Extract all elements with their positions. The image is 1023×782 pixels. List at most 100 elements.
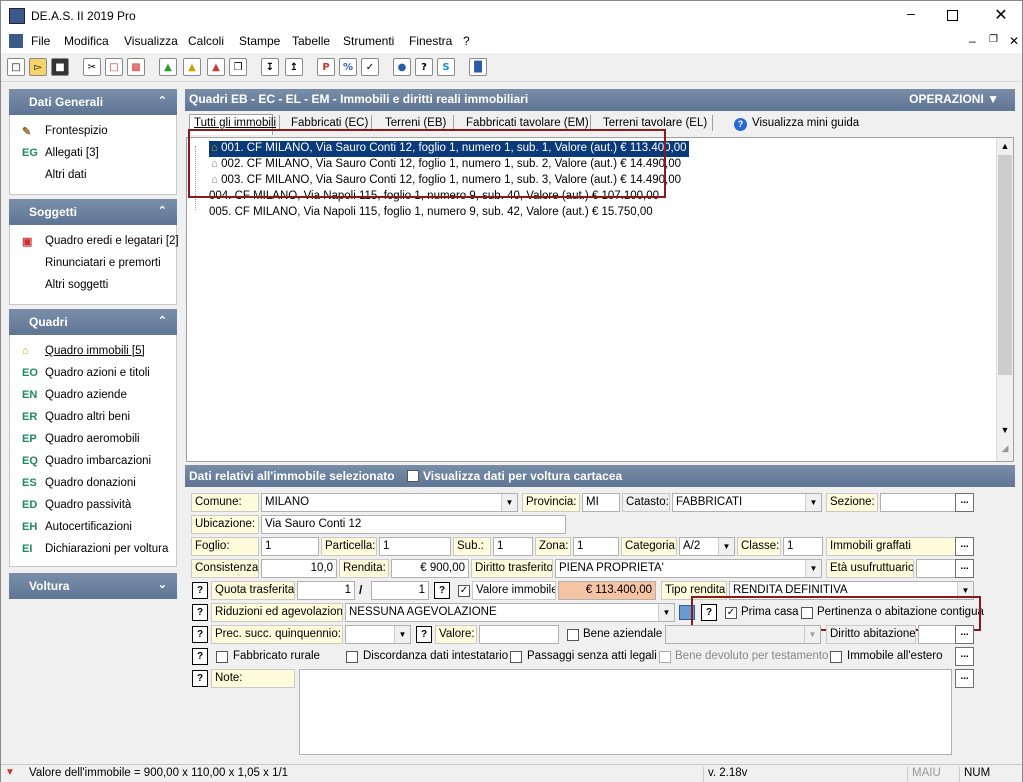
panel-header-voltura[interactable]: Voltura ⌄ xyxy=(9,573,177,599)
bene-devoluto-checkbox[interactable] xyxy=(659,651,671,663)
skype-icon[interactable]: S xyxy=(437,58,455,76)
tab-terreni[interactable]: Terreni (EB) xyxy=(385,117,446,129)
valore-field[interactable]: € 113.400,00 xyxy=(558,581,656,600)
export-icon[interactable]: ↥ xyxy=(285,58,303,76)
categoria-field[interactable]: A/2 ▼ xyxy=(679,537,735,556)
valore2-help-icon[interactable]: ? xyxy=(416,626,432,643)
minimize-button[interactable]: – xyxy=(901,5,921,25)
globe-icon[interactable]: ● xyxy=(393,58,411,76)
mdi-minimize-icon[interactable]: – xyxy=(969,34,976,48)
fabbricato-rurale-checkbox[interactable] xyxy=(216,651,228,663)
tab-fabbricati-tavolare[interactable]: Fabbricati tavolare (EM) xyxy=(466,117,589,129)
help-icon[interactable]: ? xyxy=(415,58,433,76)
exit-icon[interactable]: █ xyxy=(469,58,487,76)
eta-more-button[interactable]: ... xyxy=(955,559,974,578)
valore2-field[interactable] xyxy=(479,625,559,644)
prec-help-icon[interactable]: ? xyxy=(192,626,208,643)
paste-icon[interactable]: ▩ xyxy=(127,58,145,76)
particella-field[interactable]: 1 xyxy=(379,537,451,556)
menu-file[interactable]: File xyxy=(31,34,50,48)
sub-field[interactable]: 1 xyxy=(493,537,533,556)
scroll-down-icon[interactable]: ▼ xyxy=(997,422,1013,438)
provincia-field[interactable]: MI xyxy=(582,493,620,512)
copy-icon[interactable]: □ xyxy=(105,58,123,76)
vertical-scrollbar[interactable]: ▲ ▼ ◢ xyxy=(996,138,1013,461)
resize-grip-icon[interactable]: ◢ xyxy=(997,440,1013,456)
valore-help-icon[interactable]: ? xyxy=(434,582,450,599)
ubicazione-field[interactable]: Via Sauro Conti 12 xyxy=(261,515,566,534)
scroll-up-icon[interactable]: ▲ xyxy=(997,138,1013,154)
valore-checkbox[interactable]: ✓ xyxy=(458,585,470,597)
mini-guide-link[interactable]: Visualizza mini guida xyxy=(752,117,859,129)
sezione-more-button[interactable]: ... xyxy=(955,493,974,512)
passaggi-checkbox[interactable] xyxy=(510,651,522,663)
collapse-chevron-icon[interactable]: ⌃ xyxy=(158,204,167,217)
sezione-field[interactable] xyxy=(880,493,958,512)
quota-num-field[interactable]: 1 xyxy=(297,581,355,600)
operations-menu[interactable]: OPERAZIONI ▼ xyxy=(909,92,999,106)
scroll-thumb[interactable] xyxy=(998,155,1012,375)
new-icon[interactable]: □ xyxy=(7,58,25,76)
red-doc-icon[interactable]: ▲ xyxy=(207,58,225,76)
menu-strumenti[interactable]: Strumenti xyxy=(343,34,394,48)
estero-more-button[interactable]: ... xyxy=(955,647,974,666)
eta-field[interactable] xyxy=(916,559,956,578)
mdi-restore-icon[interactable]: ❐ xyxy=(989,34,998,45)
estero-checkbox[interactable] xyxy=(830,651,842,663)
menu-tabelle[interactable]: Tabelle xyxy=(292,34,330,48)
note-more-button[interactable]: ... xyxy=(955,669,974,688)
tab-terreni-tavolare[interactable]: Terreni tavolare (EL) xyxy=(603,117,707,129)
discordanza-checkbox[interactable] xyxy=(346,651,358,663)
percent-icon[interactable]: % xyxy=(339,58,357,76)
menu-help[interactable]: ? xyxy=(463,34,470,48)
list-item[interactable]: 005. CF MILANO, Via Napoli 115, foglio 1… xyxy=(207,205,655,221)
zona-field[interactable]: 1 xyxy=(573,537,619,556)
tab-tutti[interactable]: Tutti gli immobili xyxy=(194,117,276,129)
menu-visualizza[interactable]: Visualizza xyxy=(124,34,178,48)
rendita-field[interactable]: € 900,00 xyxy=(391,559,469,578)
quota-den-field[interactable]: 1 xyxy=(371,581,429,600)
menu-modifica[interactable]: Modifica xyxy=(64,34,109,48)
menu-stampe[interactable]: Stampe xyxy=(239,34,280,48)
quota-help-icon[interactable]: ? xyxy=(192,582,208,599)
foglio-field[interactable]: 1 xyxy=(261,537,319,556)
panel-header-dati-generali[interactable]: Dati Generali ⌃ xyxy=(9,89,177,115)
import-icon[interactable]: ↧ xyxy=(261,58,279,76)
chevron-down-icon[interactable]: ▼ xyxy=(805,494,821,511)
collapse-chevron-icon[interactable]: ⌃ xyxy=(158,314,167,327)
check-doc-icon[interactable]: ✓ xyxy=(361,58,379,76)
catasto-field[interactable]: FABBRICATI ▼ xyxy=(672,493,822,512)
rurale-help-icon[interactable]: ? xyxy=(192,648,208,665)
voltura-checkbox[interactable] xyxy=(407,470,419,482)
bene-aziendale-checkbox[interactable] xyxy=(567,629,579,641)
green-doc-icon[interactable]: ▲ xyxy=(159,58,177,76)
open-icon[interactable]: ▻ xyxy=(29,58,47,76)
abitazione-more-button[interactable]: ... xyxy=(955,625,974,644)
maximize-button[interactable] xyxy=(947,10,958,21)
pdf-icon[interactable]: P xyxy=(317,58,335,76)
collapse-chevron-icon[interactable]: ⌃ xyxy=(158,94,167,107)
menu-calcoli[interactable]: Calcoli xyxy=(188,34,224,48)
close-button[interactable]: ✕ xyxy=(991,5,1011,25)
panel-header-soggetti[interactable]: Soggetti ⌃ xyxy=(9,199,177,225)
chevron-down-icon[interactable]: ▼ xyxy=(804,626,820,643)
riduzioni-help-icon[interactable]: ? xyxy=(192,604,208,621)
cut-icon[interactable]: ✂ xyxy=(83,58,101,76)
chevron-down-icon[interactable]: ▼ xyxy=(658,604,674,621)
panel-header-quadri[interactable]: Quadri ⌃ xyxy=(9,309,177,335)
note-help-icon[interactable]: ? xyxy=(192,670,208,687)
chevron-down-icon[interactable]: ▼ xyxy=(501,494,517,511)
aziendale-select[interactable]: ▼ xyxy=(665,625,821,644)
menu-finestra[interactable]: Finestra xyxy=(409,34,452,48)
mdi-close-icon[interactable]: ✕ xyxy=(1009,34,1019,48)
save-icon[interactable]: ■ xyxy=(51,58,69,76)
expand-chevron-icon[interactable]: ⌄ xyxy=(158,578,167,591)
chevron-down-icon[interactable]: ▼ xyxy=(805,560,821,577)
yellow-doc-icon[interactable]: ▲ xyxy=(183,58,201,76)
diritto-field[interactable]: PIENA PROPRIETA' ▼ xyxy=(555,559,822,578)
comune-field[interactable]: MILANO ▼ xyxy=(261,493,518,512)
chevron-down-icon[interactable]: ▼ xyxy=(394,626,410,643)
pages-icon[interactable]: ❐ xyxy=(229,58,247,76)
note-field[interactable] xyxy=(299,669,952,755)
riduzioni-field[interactable]: NESSUNA AGEVOLAZIONE ▼ xyxy=(345,603,675,622)
